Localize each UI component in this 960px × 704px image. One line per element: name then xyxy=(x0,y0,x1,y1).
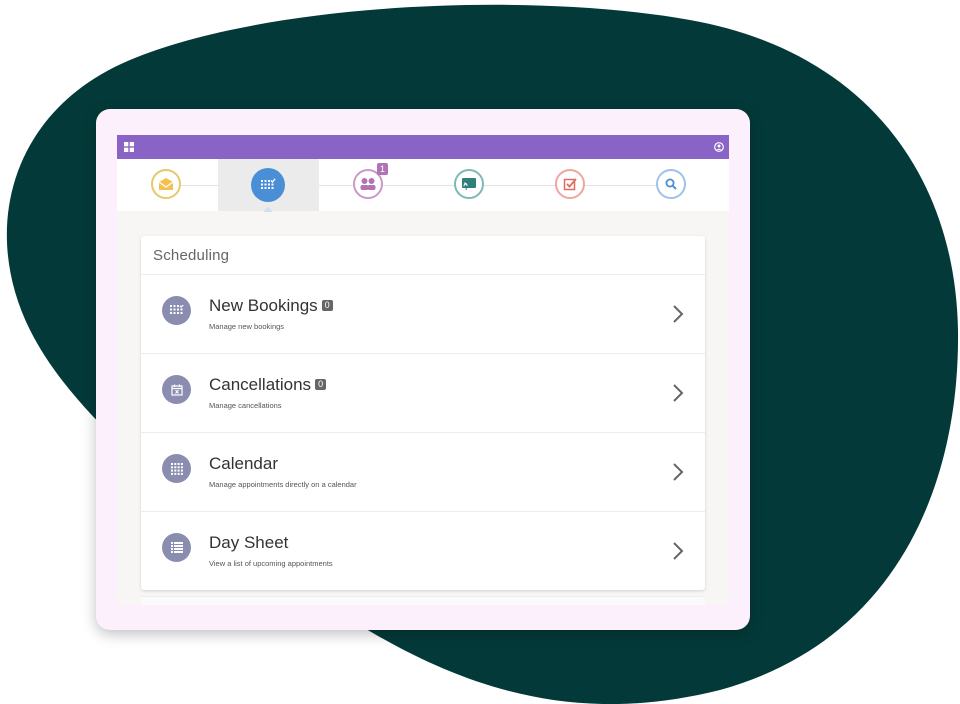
item-subtitle: Manage cancellations xyxy=(209,401,282,410)
chevron-right-icon xyxy=(673,305,684,323)
nav-item-clients[interactable]: 1 xyxy=(319,159,420,211)
next-card-edge xyxy=(141,596,705,605)
list-item-new-bookings[interactable]: New Bookings 0 Manage new bookings xyxy=(141,275,705,354)
calendar-grid-icon xyxy=(162,454,191,483)
nav-item-tasks[interactable] xyxy=(521,159,622,211)
mail-icon xyxy=(151,169,181,199)
item-title: Cancellations 0 xyxy=(209,375,327,395)
item-title: Day Sheet xyxy=(209,533,289,552)
list-item-day-sheet[interactable]: Day Sheet View a list of upcoming appoin… xyxy=(141,512,705,591)
count-badge: 0 xyxy=(321,300,333,312)
search-icon xyxy=(656,169,686,199)
item-subtitle: Manage appointments directly on a calend… xyxy=(209,480,357,489)
item-title: New Bookings 0 xyxy=(209,296,333,316)
module-nav: 1 xyxy=(117,159,729,212)
item-subtitle: View a list of upcoming appointments xyxy=(209,559,333,568)
calendar-check-icon xyxy=(162,296,191,325)
app-screen: 1 Scheduling New Bookings 0 Manage new b… xyxy=(117,135,729,605)
checkbox-icon xyxy=(555,169,585,199)
chevron-right-icon xyxy=(673,463,684,481)
scheduling-card: Scheduling New Bookings 0 Manage new book… xyxy=(141,236,705,590)
calendar-x-icon xyxy=(162,375,191,404)
tablet-frame: 1 Scheduling New Bookings 0 Manage new b… xyxy=(96,109,750,630)
chevron-right-icon xyxy=(673,542,684,560)
top-bar xyxy=(117,135,729,159)
notification-badge: 1 xyxy=(377,163,388,175)
item-title: Calendar xyxy=(209,454,278,473)
list-item-calendar[interactable]: Calendar Manage appointments directly on… xyxy=(141,433,705,512)
nav-item-messages[interactable] xyxy=(117,159,218,211)
cast-icon xyxy=(454,169,484,199)
chevron-right-icon xyxy=(673,384,684,402)
item-subtitle: Manage new bookings xyxy=(209,322,285,331)
list-item-cancellations[interactable]: Cancellations 0 Manage cancellations xyxy=(141,354,705,433)
calendar-check-icon xyxy=(251,168,285,202)
nav-item-scheduling[interactable] xyxy=(218,159,319,212)
card-title: Scheduling xyxy=(153,247,230,264)
nav-item-search[interactable] xyxy=(622,159,723,211)
user-icon[interactable] xyxy=(714,142,724,152)
count-badge: 0 xyxy=(315,379,327,391)
nav-item-cast[interactable] xyxy=(420,159,521,211)
grid-icon[interactable] xyxy=(124,142,134,152)
list-icon xyxy=(162,533,191,562)
